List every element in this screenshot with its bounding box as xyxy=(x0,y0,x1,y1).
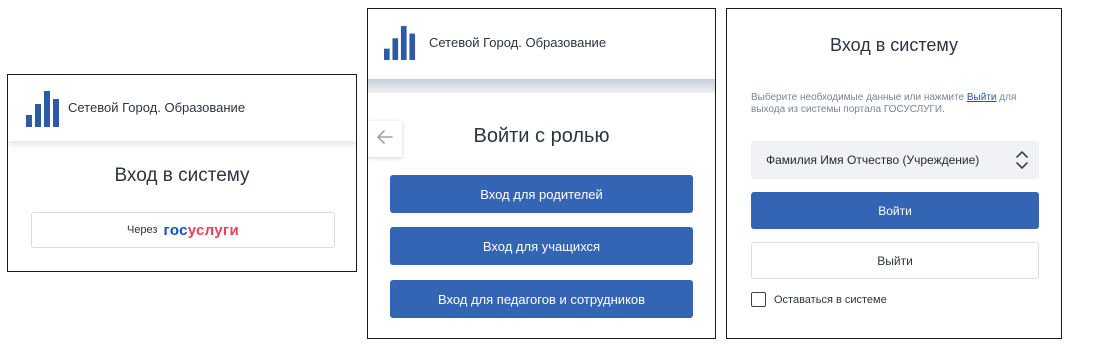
page-title: Вход в систему xyxy=(830,35,958,55)
login-panel-gosuslugi: Сетевой Город. Образование Вход в систем… xyxy=(7,74,357,272)
login-button[interactable]: Войти xyxy=(751,192,1039,229)
exit-link[interactable]: Выйти xyxy=(967,92,997,103)
login-confirm-panel: Вход в систему Выберите необходимые данн… xyxy=(726,8,1062,339)
remember-checkbox[interactable] xyxy=(751,292,766,307)
gosuslugi-logo: госуслуги xyxy=(163,221,240,239)
app-header: Сетевой Город. Образование xyxy=(368,9,715,79)
header-divider xyxy=(368,79,715,93)
remember-label: Оставаться в системе xyxy=(774,293,887,306)
account-select[interactable]: Фамилия Имя Отчество (Учреждение) xyxy=(751,141,1039,179)
select-arrows-icon xyxy=(1015,150,1029,173)
exit-button[interactable]: Выйти xyxy=(751,242,1039,279)
role-select-panel: Сетевой Город. Образование Войти с ролью… xyxy=(367,8,716,339)
remember-me[interactable]: Оставаться в системе xyxy=(751,292,887,307)
city-logo-icon xyxy=(26,91,60,132)
parent-login-button[interactable]: Вход для родителей xyxy=(390,175,693,213)
city-logo-icon xyxy=(384,25,416,66)
brand-name: Сетевой Город. Образование xyxy=(429,35,607,50)
staff-login-button[interactable]: Вход для педагогов и сотрудников xyxy=(390,280,693,318)
account-select-value: Фамилия Имя Отчество (Учреждение) xyxy=(766,153,980,167)
gosuslugi-login-button[interactable]: Через госуслуги xyxy=(31,212,335,248)
student-login-button[interactable]: Вход для учащихся xyxy=(390,227,693,265)
page-title: Войти с ролью xyxy=(473,125,610,147)
gosuslugi-via-label: Через xyxy=(126,224,158,236)
page-title: Вход в систему xyxy=(114,165,250,186)
brand-name: Сетевой Город. Образование xyxy=(68,100,246,115)
app-header: Сетевой Город. Образование xyxy=(8,75,356,141)
info-text: Выберите необходимые данные или нажмите … xyxy=(751,92,1017,115)
